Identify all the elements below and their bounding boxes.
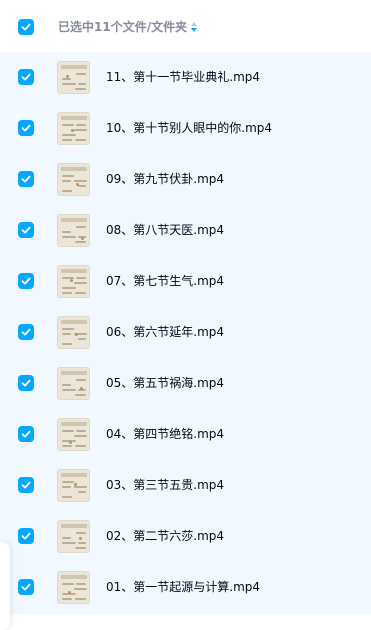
selection-header: 已选中11个文件/文件夹: [0, 0, 371, 52]
file-list: 11、第十一节毕业典礼.mp4 10、第十节别人眼中的你.mp4 09、第九节伏卦.…: [0, 52, 371, 614]
file-checkbox[interactable]: [18, 477, 34, 493]
file-name[interactable]: 02、第二节六莎.mp4: [106, 527, 224, 545]
video-thumbnail-icon: [57, 265, 90, 298]
video-thumbnail-icon: [57, 112, 90, 145]
file-name[interactable]: 10、第十节别人眼中的你.mp4: [106, 119, 272, 137]
sort-arrows-icon[interactable]: [190, 21, 198, 33]
video-thumbnail-icon: [57, 61, 90, 94]
file-checkbox[interactable]: [18, 324, 34, 340]
file-checkbox[interactable]: [18, 528, 34, 544]
selection-count-label: 已选中11个文件/文件夹: [58, 20, 188, 34]
file-checkbox[interactable]: [18, 426, 34, 442]
file-row[interactable]: 11、第十一节毕业典礼.mp4: [0, 52, 371, 103]
video-thumbnail-icon: [57, 163, 90, 196]
file-row[interactable]: 02、第二节六莎.mp4: [0, 511, 371, 562]
checkmark-icon: [21, 175, 31, 183]
file-name[interactable]: 04、第四节绝铭.mp4: [106, 425, 224, 443]
side-panel-edge: [0, 542, 10, 630]
file-row[interactable]: 04、第四节绝铭.mp4: [0, 409, 371, 460]
file-row[interactable]: 07、第七节生气.mp4: [0, 256, 371, 307]
file-checkbox[interactable]: [18, 375, 34, 391]
checkmark-icon: [21, 481, 31, 489]
file-row[interactable]: 06、第六节延年.mp4: [0, 307, 371, 358]
video-thumbnail-icon: [57, 367, 90, 400]
file-name[interactable]: 03、第三节五贵.mp4: [106, 476, 224, 494]
file-checkbox[interactable]: [18, 171, 34, 187]
file-checkbox[interactable]: [18, 222, 34, 238]
checkmark-icon: [21, 430, 31, 438]
file-row[interactable]: 03、第三节五贵.mp4: [0, 460, 371, 511]
file-row[interactable]: 01、第一节起源与计算.mp4: [0, 562, 371, 613]
file-name[interactable]: 08、第八节天医.mp4: [106, 221, 224, 239]
checkmark-icon: [21, 532, 31, 540]
checkmark-icon: [21, 379, 31, 387]
video-thumbnail-icon: [57, 520, 90, 553]
video-thumbnail-icon: [57, 316, 90, 349]
file-row[interactable]: 05、第五节祸海.mp4: [0, 358, 371, 409]
checkmark-icon: [21, 583, 31, 591]
file-name[interactable]: 11、第十一节毕业典礼.mp4: [106, 68, 260, 86]
file-name[interactable]: 06、第六节延年.mp4: [106, 323, 224, 341]
file-row[interactable]: 09、第九节伏卦.mp4: [0, 154, 371, 205]
video-thumbnail-icon: [57, 469, 90, 502]
video-thumbnail-icon: [57, 571, 90, 604]
file-row[interactable]: 10、第十节别人眼中的你.mp4: [0, 103, 371, 154]
file-checkbox[interactable]: [18, 120, 34, 136]
checkmark-icon: [21, 124, 31, 132]
file-checkbox[interactable]: [18, 579, 34, 595]
checkmark-icon: [21, 73, 31, 81]
select-all-checkbox[interactable]: [18, 19, 34, 35]
file-name[interactable]: 01、第一节起源与计算.mp4: [106, 578, 260, 596]
file-name[interactable]: 05、第五节祸海.mp4: [106, 374, 224, 392]
video-thumbnail-icon: [57, 214, 90, 247]
file-name[interactable]: 07、第七节生气.mp4: [106, 272, 224, 290]
file-name[interactable]: 09、第九节伏卦.mp4: [106, 170, 224, 188]
checkmark-icon: [21, 328, 31, 336]
video-thumbnail-icon: [57, 418, 90, 451]
checkmark-icon: [21, 277, 31, 285]
file-row[interactable]: 08、第八节天医.mp4: [0, 205, 371, 256]
checkmark-icon: [21, 23, 31, 31]
file-checkbox[interactable]: [18, 273, 34, 289]
checkmark-icon: [21, 226, 31, 234]
file-checkbox[interactable]: [18, 69, 34, 85]
